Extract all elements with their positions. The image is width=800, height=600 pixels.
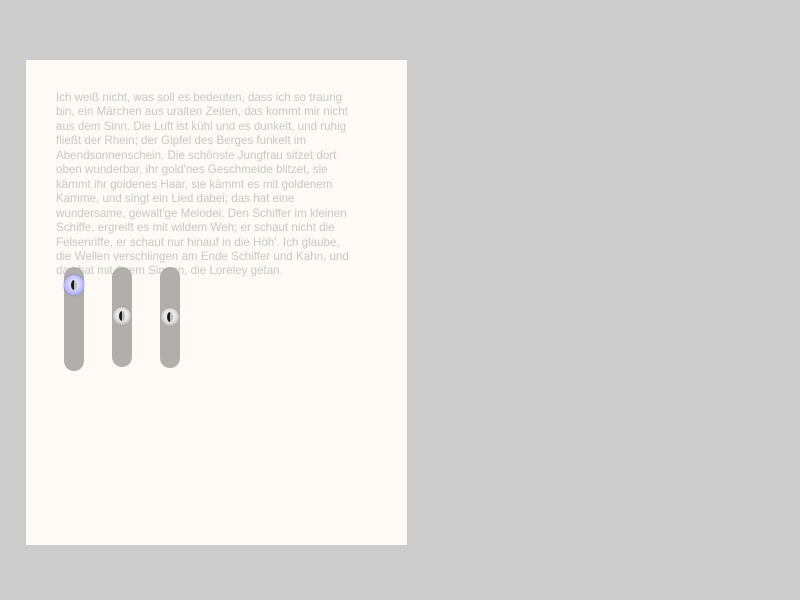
slider-thumb[interactable] <box>161 308 179 326</box>
vertical-slider-1[interactable] <box>64 267 84 371</box>
slider-thumb[interactable] <box>113 307 131 325</box>
grip-icon <box>119 311 125 321</box>
grip-icon <box>167 312 173 322</box>
slider-thumb[interactable] <box>64 275 84 295</box>
document-page: Ich weiß nicht, was soll es bedeuten, da… <box>26 60 407 545</box>
body-text: Ich weiß nicht, was soll es bedeuten, da… <box>56 91 349 278</box>
grip-icon <box>71 280 77 290</box>
vertical-slider-3[interactable] <box>160 267 180 368</box>
vertical-slider-2[interactable] <box>112 267 132 367</box>
